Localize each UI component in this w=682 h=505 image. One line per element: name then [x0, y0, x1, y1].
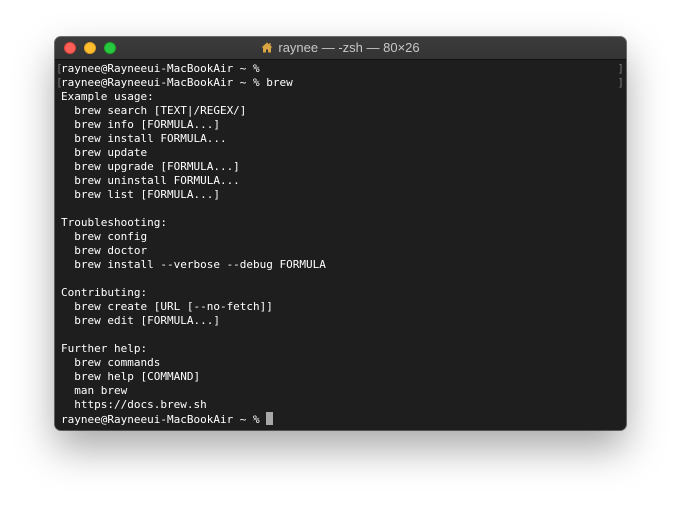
terminal-line: Contributing:	[61, 286, 148, 299]
terminal-window[interactable]: raynee — -zsh — 80×26 [ [ ] ] raynee@Ray…	[55, 37, 626, 430]
window-title: raynee — -zsh — 80×26	[55, 37, 626, 59]
text-cursor	[266, 412, 274, 425]
mark-bracket-right: ]	[617, 62, 624, 75]
terminal-line: brew info [FORMULA...]	[61, 118, 220, 131]
terminal-line: raynee@Rayneeui-MacBookAir ~ % brew	[61, 76, 293, 89]
terminal-line: Example usage:	[61, 90, 154, 103]
terminal-line: brew install FORMULA...	[61, 132, 227, 145]
terminal-line: brew list [FORMULA...]	[61, 188, 220, 201]
terminal-prompt-line[interactable]: raynee@Rayneeui-MacBookAir ~ %	[61, 412, 626, 426]
terminal-line: brew edit [FORMULA...]	[61, 314, 220, 327]
terminal-line: brew create [URL [--no-fetch]]	[61, 300, 273, 313]
terminal-line: brew commands	[61, 356, 161, 369]
terminal-line: brew upgrade [FORMULA...]	[61, 160, 240, 173]
mark-bracket-left: [	[56, 76, 63, 89]
mark-bracket-right: ]	[617, 76, 624, 89]
title-bar[interactable]: raynee — -zsh — 80×26	[55, 37, 626, 60]
terminal-line: brew config	[61, 230, 148, 243]
terminal-content[interactable]: [ [ ] ] raynee@Rayneeui-MacBookAir ~ % r…	[55, 60, 626, 430]
terminal-line: brew update	[61, 146, 148, 159]
terminal-line: https://docs.brew.sh	[61, 398, 207, 411]
terminal-line: brew uninstall FORMULA...	[61, 174, 240, 187]
terminal-line: brew help [COMMAND]	[61, 370, 201, 383]
mark-bracket-left: [	[56, 62, 63, 75]
terminal-line: brew install --verbose --debug FORMULA	[61, 258, 326, 271]
terminal-line: brew doctor	[61, 244, 148, 257]
terminal-line: raynee@Rayneeui-MacBookAir ~ %	[61, 62, 260, 75]
home-icon	[261, 38, 273, 60]
terminal-line: man brew	[61, 384, 128, 397]
terminal-line: Further help:	[61, 342, 148, 355]
terminal-prompt: raynee@Rayneeui-MacBookAir ~ %	[61, 413, 267, 426]
terminal-line: Troubleshooting:	[61, 216, 167, 229]
window-title-text: raynee — -zsh — 80×26	[278, 40, 420, 55]
terminal-line: brew search [TEXT|/REGEX/]	[61, 104, 247, 117]
